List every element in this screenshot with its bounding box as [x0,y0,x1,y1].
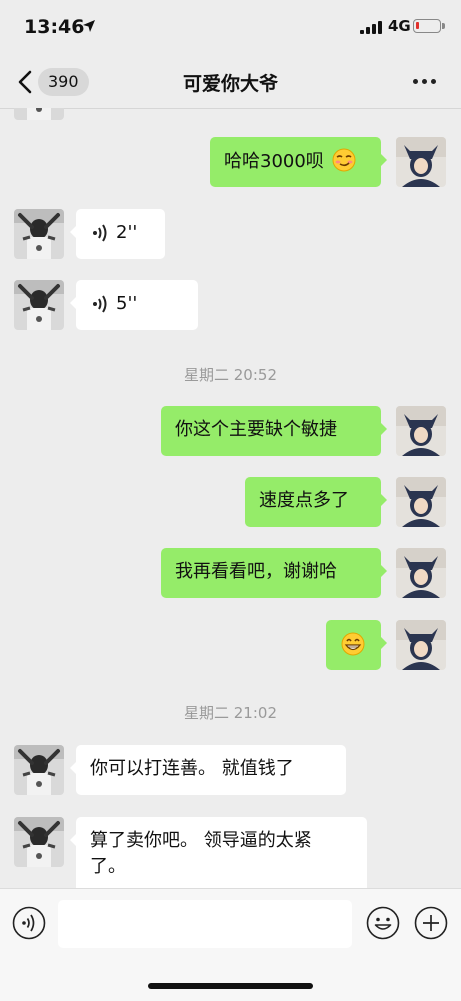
friend-avatar[interactable] [14,209,64,259]
friend-avatar[interactable] [14,817,64,867]
status-bar: 13:46 4G [0,0,461,56]
location-arrow-icon [83,20,95,32]
my-avatar[interactable] [396,406,446,456]
chat-bubble[interactable] [326,620,387,670]
chat-bubble[interactable]: 哈哈3000呗 [210,137,387,187]
grin-emoji-icon [341,632,365,656]
my-avatar[interactable] [396,620,446,670]
message-text: 我再看看吧，谢谢哈 [175,561,337,582]
message-text: 你这个主要缺个敏捷 [175,419,337,440]
chat-history[interactable]: 哈哈3000呗 2'' 5'' 星期二 20:52 你这个主要缺个敏捷 速度点多… [0,108,461,888]
my-avatar[interactable] [396,548,446,598]
chat-bubble[interactable]: 你这个主要缺个敏捷 [161,406,387,456]
network-type: 4G [388,17,411,35]
chat-timestamp: 星期二 20:52 [184,366,277,384]
friend-avatar[interactable] [14,280,64,330]
chat-bubble[interactable]: 算了卖你吧。 领导逼的太紧了。 [70,817,367,888]
my-avatar[interactable] [396,137,446,187]
voice-message[interactable]: 5'' [70,280,198,330]
voice-duration: 2'' [116,222,138,243]
status-time: 13:46 [24,16,85,38]
plus-icon[interactable] [414,906,448,940]
battery-icon [413,19,445,33]
chat-timestamp: 星期二 21:02 [184,704,277,722]
chat-bubble[interactable]: 你可以打连善。 就值钱了 [70,745,346,795]
voice-input-icon[interactable] [12,906,46,940]
chevron-left-icon[interactable] [16,69,34,95]
more-icon[interactable] [411,78,439,86]
chat-bubble[interactable]: 速度点多了 [245,477,387,527]
message-text: 算了卖你吧。 领导逼的太紧了。 [90,830,312,877]
message-text: 哈哈3000呗 [224,151,324,172]
message-text: 你可以打连善。 就值钱了 [90,758,294,779]
unread-count-badge[interactable]: 390 [38,68,89,96]
emoji-icon[interactable] [366,906,400,940]
home-indicator[interactable] [148,983,313,989]
friend-avatar[interactable] [14,745,64,795]
friend-avatar[interactable] [14,108,64,120]
voice-message[interactable]: 2'' [70,209,165,259]
voice-wave-icon [93,295,107,313]
smirk-emoji-icon [332,148,356,172]
voice-wave-icon [93,224,107,242]
signal-icon [360,20,382,34]
voice-duration: 5'' [116,293,138,314]
nav-bar: 390 可爱你大爷 [0,56,461,109]
chat-bubble[interactable]: 我再看看吧，谢谢哈 [161,548,387,598]
message-text: 速度点多了 [259,490,349,511]
message-input[interactable] [58,900,352,948]
my-avatar[interactable] [396,477,446,527]
